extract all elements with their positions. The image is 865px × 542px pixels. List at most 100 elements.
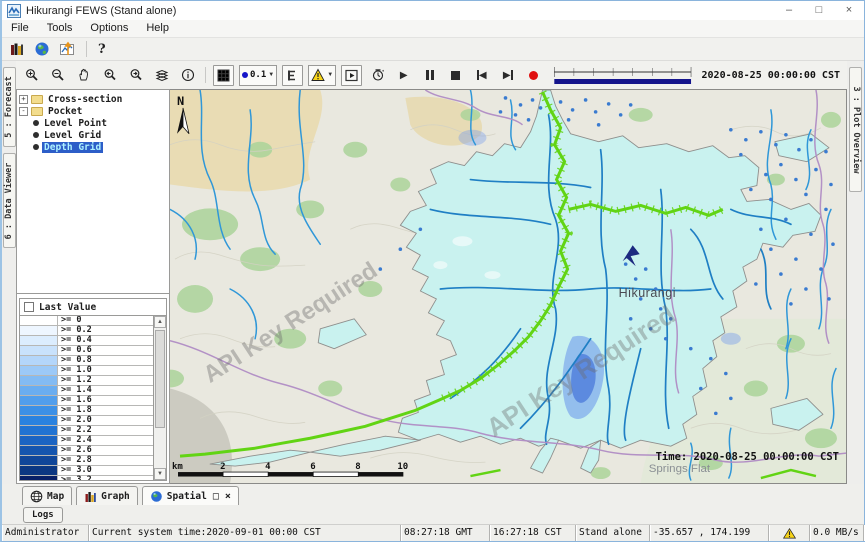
layers-icon[interactable] xyxy=(151,65,172,86)
legend-color-swatch xyxy=(20,356,58,365)
map-view[interactable]: API Key Required API Key Required Hikura… xyxy=(170,89,847,484)
animation-movie-button[interactable] xyxy=(341,65,362,86)
record-button[interactable] xyxy=(523,65,544,86)
menu-options[interactable]: Options xyxy=(81,20,137,37)
bullet-icon xyxy=(33,132,39,138)
import-timeseries-icon[interactable] xyxy=(59,41,75,57)
zoom-previous-icon[interactable] xyxy=(99,65,120,86)
tab-graph[interactable]: Graph xyxy=(76,486,138,505)
last-value-checkbox[interactable] xyxy=(24,302,34,312)
scroll-up-icon[interactable]: ▲ xyxy=(154,316,166,328)
legend-row-label: >= 3.2 xyxy=(58,476,95,480)
tree-item-cross-section[interactable]: + Cross-section xyxy=(19,93,167,105)
globe-icon xyxy=(150,490,163,503)
legend-row-label: >= 0.2 xyxy=(58,326,95,335)
tab-map[interactable]: Map xyxy=(22,486,72,505)
legend-color-swatch xyxy=(20,406,58,415)
zoom-next-icon[interactable] xyxy=(125,65,146,86)
close-button[interactable]: × xyxy=(834,1,864,20)
tree-item-level-grid[interactable]: Level Grid xyxy=(19,129,167,141)
tab-close-icon[interactable]: × xyxy=(225,491,231,502)
status-bar: Administrator Current system time:2020-0… xyxy=(2,524,864,541)
legend-row-label: >= 0 xyxy=(58,316,84,325)
grid-display-button[interactable] xyxy=(213,65,234,86)
status-coordinates: -35.657 , 174.199 xyxy=(650,525,769,541)
status-network-rate: 0.0 MB/s xyxy=(810,525,864,541)
legend-row-label: >= 0.4 xyxy=(58,336,95,345)
bar-chart-icon xyxy=(84,490,97,503)
threshold-value: 0.1 xyxy=(250,70,266,80)
legend-color-swatch xyxy=(20,426,58,435)
globe-explorer-icon[interactable] xyxy=(34,41,50,57)
warning-triangle-icon xyxy=(311,68,325,82)
tree-item-level-point[interactable]: Level Point xyxy=(19,117,167,129)
app-window: Hikurangi FEWS (Stand alone) – □ × File … xyxy=(0,0,865,542)
menu-tools[interactable]: Tools xyxy=(38,20,82,37)
tree-item-depth-grid[interactable]: Depth Grid xyxy=(19,141,167,153)
info-icon[interactable] xyxy=(177,65,198,86)
tab-forecast[interactable]: 5 : Forecast xyxy=(3,67,16,147)
label-toggle-button[interactable] xyxy=(282,65,303,86)
bullet-icon xyxy=(33,120,39,126)
time-range-bar xyxy=(554,79,691,84)
chevron-down-icon: ▼ xyxy=(268,72,274,78)
menu-file[interactable]: File xyxy=(2,20,38,37)
scroll-down-icon[interactable]: ▼ xyxy=(154,468,166,480)
contour-threshold-dropdown[interactable]: 0.1 ▼ xyxy=(239,65,277,86)
zoom-in-icon[interactable] xyxy=(21,65,42,86)
threshold-dot-icon xyxy=(242,72,248,78)
pause-button[interactable] xyxy=(419,65,440,86)
skip-to-end-button[interactable]: ▶ xyxy=(497,65,518,86)
legend-color-swatch xyxy=(20,396,58,405)
skip-to-start-button[interactable]: ◀ xyxy=(471,65,492,86)
layers-panel: + Cross-section - Pocket Level Point xyxy=(16,89,170,484)
tab-plot-overview[interactable]: 3 : Plot Overview xyxy=(849,67,862,192)
expander-icon[interactable]: - xyxy=(19,107,28,116)
tab-data-viewer[interactable]: 6 : Data Viewer xyxy=(3,153,16,248)
zoom-out-icon[interactable] xyxy=(47,65,68,86)
warning-triangle-icon xyxy=(783,528,796,539)
menu-help[interactable]: Help xyxy=(137,20,178,37)
map-toolbar: 0.1 ▼ ▼ ▶ xyxy=(16,61,847,89)
expander-icon[interactable]: + xyxy=(19,95,28,104)
folder-icon xyxy=(31,95,43,104)
title-bar: Hikurangi FEWS (Stand alone) – □ × xyxy=(2,1,864,20)
legend-row[interactable]: >= 3.2 xyxy=(20,476,153,480)
status-system-time: Current system time:2020-09-01 00:00 CST xyxy=(89,525,401,541)
view-tab-bar: Map Graph Spatial □ × xyxy=(2,484,864,505)
status-warning-cell[interactable] xyxy=(769,525,810,541)
logs-button[interactable]: Logs xyxy=(23,507,63,523)
wireframe-globe-icon xyxy=(30,490,43,503)
pan-hand-icon[interactable] xyxy=(73,65,94,86)
window-title: Hikurangi FEWS (Stand alone) xyxy=(26,5,176,17)
tab-maximize-icon[interactable]: □ xyxy=(213,491,219,502)
svg-text:km: km xyxy=(172,462,183,472)
animation-timer-icon[interactable] xyxy=(367,65,388,86)
toolbar-separator xyxy=(205,67,206,83)
warning-layer-dropdown[interactable]: ▼ xyxy=(308,65,336,86)
legend-row-label: >= 3.0 xyxy=(58,466,95,475)
legend-color-swatch xyxy=(20,366,58,375)
scrollbar-thumb[interactable] xyxy=(155,330,165,428)
stop-button[interactable] xyxy=(445,65,466,86)
legend-color-swatch xyxy=(20,326,58,335)
folder-icon xyxy=(31,107,43,116)
layer-tree: + Cross-section - Pocket Level Point xyxy=(17,90,169,294)
legend-row-label: >= 1.4 xyxy=(58,386,95,395)
tree-item-pocket[interactable]: - Pocket xyxy=(19,105,167,117)
tab-spatial[interactable]: Spatial □ × xyxy=(142,486,239,505)
time-slider[interactable] xyxy=(553,64,692,86)
play-button[interactable]: ▶ xyxy=(393,65,414,86)
maximize-button[interactable]: □ xyxy=(804,1,834,20)
help-button[interactable]: ? xyxy=(98,42,106,57)
legend-color-swatch xyxy=(20,446,58,455)
app-logo-icon xyxy=(7,4,21,18)
legend-scrollbar[interactable]: ▲ ▼ xyxy=(153,316,166,480)
minimize-button[interactable]: – xyxy=(774,1,804,20)
map-time-label: Time: 2020-08-25 00:00:00 CST xyxy=(656,451,839,463)
legend-row-label: >= 1.8 xyxy=(58,406,95,415)
svg-text:8: 8 xyxy=(355,462,360,472)
bullet-icon xyxy=(33,144,39,150)
database-icon[interactable] xyxy=(9,41,25,57)
legend-row-label: >= 0.6 xyxy=(58,346,95,355)
